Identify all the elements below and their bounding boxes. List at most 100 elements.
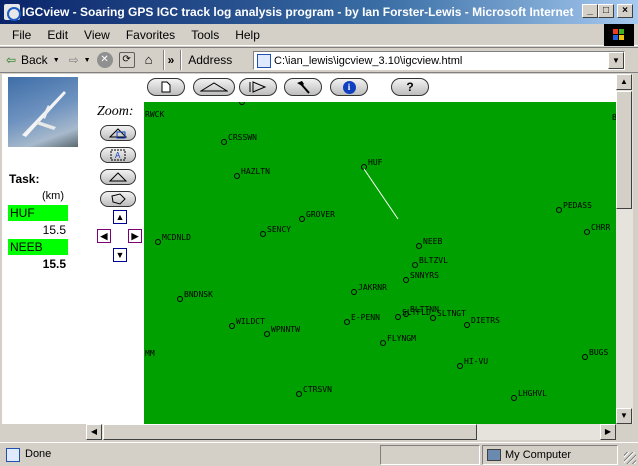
zoom-flight-button[interactable]	[100, 125, 136, 141]
waypoint-lhghvl[interactable]: LHGHVL	[511, 389, 548, 401]
address-input[interactable]	[274, 54, 594, 67]
waypoint-marker[interactable]	[380, 340, 386, 346]
task-waypoint-neeb[interactable]: NEEB	[8, 239, 68, 255]
back-dropdown-icon[interactable]: ▼	[53, 57, 60, 64]
pan-down-button[interactable]: ▼	[113, 248, 127, 262]
waypoint-bndnsk[interactable]: BNDNSK	[177, 290, 214, 302]
scroll-up-button[interactable]: ▲	[616, 74, 632, 90]
waypoint-pedass[interactable]: PEDASS	[556, 201, 593, 213]
menu-edit[interactable]: Edit	[39, 28, 76, 42]
scroll-down-button[interactable]: ▼	[616, 408, 632, 424]
waypoint-marker[interactable]	[296, 391, 302, 397]
task-title: Task:	[9, 172, 40, 186]
new-flight-button[interactable]	[147, 78, 185, 96]
waypoint-marker[interactable]	[155, 239, 161, 245]
waypoint-wildct[interactable]: WILDCT	[229, 317, 266, 329]
waypoint-marker[interactable]	[416, 243, 422, 249]
waypoint-marker[interactable]	[457, 363, 463, 369]
tools-button[interactable]	[284, 78, 322, 96]
waypoint-jakrnr[interactable]: JAKRNR	[351, 283, 388, 295]
back-button[interactable]: ⇦ Back ▼	[0, 49, 63, 71]
waypoint-marker[interactable]	[403, 277, 409, 283]
map-svg[interactable]: RWCK CRSSWN HAZLTN HUF GROVER SENCY MCDNLD NEEB…	[144, 102, 616, 424]
waypoint-e-penn[interactable]: E-PENN	[344, 313, 381, 325]
waypoint-marker[interactable]	[361, 164, 367, 170]
pan-right-button[interactable]: ▶	[128, 229, 142, 243]
waypoint-wpnntw[interactable]: WPNNTW	[264, 325, 301, 337]
task-button[interactable]	[193, 78, 235, 96]
waypoint-marker[interactable]	[351, 289, 357, 295]
waypoint-marker[interactable]	[412, 262, 418, 268]
pan-up-button[interactable]: ▲	[113, 210, 127, 224]
help-button[interactable]: ?	[391, 78, 429, 96]
zoom-in-button[interactable]: A	[100, 147, 136, 163]
vertical-scrollbar[interactable]: ▲ ▼	[616, 74, 633, 424]
pan-left-button[interactable]: ◀	[97, 229, 111, 243]
waypoint-sency[interactable]: SENCY	[260, 225, 292, 237]
waypoint-marker[interactable]	[556, 207, 562, 213]
waypoint-marker[interactable]	[299, 216, 305, 222]
waypoint-label: WILDCT	[236, 317, 265, 326]
vertical-scroll-thumb[interactable]	[616, 91, 632, 209]
waypoint-snnyrs[interactable]: SNNYRS	[403, 271, 440, 283]
waypoint-mcdnld[interactable]: MCDNLD	[155, 233, 192, 245]
waypoint-marker[interactable]	[234, 173, 240, 179]
waypoint-marker[interactable]	[511, 395, 517, 401]
scroll-left-button[interactable]: ◀	[86, 424, 102, 440]
home-button[interactable]: ⌂	[138, 49, 160, 71]
waypoint-marker[interactable]	[464, 322, 470, 328]
menu-file[interactable]: File	[0, 28, 39, 42]
waypoint-bugs[interactable]: BUGS	[582, 348, 609, 360]
waypoint-flyngm[interactable]: FLYNGM	[380, 334, 417, 346]
resize-grip[interactable]	[624, 452, 636, 464]
waypoint-dietrs[interactable]: DIETRS	[464, 316, 501, 328]
menu-favorites[interactable]: Favorites	[118, 28, 183, 42]
maximize-button[interactable]: □	[598, 4, 614, 18]
zoom-region-button[interactable]	[100, 191, 136, 207]
waypoint-marker[interactable]	[584, 229, 590, 235]
waypoint-marker[interactable]	[582, 354, 588, 360]
waypoint-marker[interactable]	[344, 319, 350, 325]
map-canvas[interactable]: RWCK CRSSWN HAZLTN HUF GROVER SENCY MCDNLD NEEB…	[144, 102, 616, 424]
waypoint-rwck[interactable]: RWCK	[145, 110, 164, 119]
waypoint-mm[interactable]: MM	[145, 349, 155, 358]
waypoint-marker[interactable]	[430, 315, 436, 321]
waypoint-hazltn[interactable]: HAZLTN	[234, 167, 271, 179]
menu-help[interactable]: Help	[227, 28, 268, 42]
forward-dropdown-icon[interactable]: ▼	[84, 57, 91, 64]
waypoint-label: BLTTNN	[410, 305, 439, 314]
waypoint-grover[interactable]: GROVER	[299, 210, 336, 222]
waypoint-chrr[interactable]: CHRR	[584, 223, 611, 235]
scroll-right-button[interactable]: ▶	[600, 424, 616, 440]
waypoint-bltzvl[interactable]: BLTZVL	[412, 256, 449, 268]
stop-button[interactable]: ✕	[94, 49, 116, 71]
waypoint-marker[interactable]	[177, 296, 183, 302]
waypoint-hi-vu[interactable]: HI-VU	[457, 357, 489, 369]
horizontal-scroll-thumb[interactable]	[103, 424, 477, 440]
forward-button[interactable]: ⇨ ▼	[63, 49, 94, 71]
address-field[interactable]: ▼	[253, 51, 625, 70]
info-button[interactable]: i	[330, 78, 368, 96]
menu-view[interactable]: View	[76, 28, 118, 42]
waypoint-ctrsvn[interactable]: CTRSVN	[296, 385, 333, 397]
address-dropdown-button[interactable]: ▼	[608, 52, 624, 69]
task-waypoint-huf[interactable]: HUF	[8, 205, 68, 221]
waypoint-marker[interactable]	[264, 331, 270, 337]
waypoint-neeb[interactable]: NEEB	[416, 237, 443, 249]
horizontal-scrollbar[interactable]: ◀ ▶	[86, 424, 616, 440]
waypoint-marker[interactable]	[239, 102, 245, 105]
waypoint-marker[interactable]	[260, 231, 266, 237]
waypoint-marker[interactable]	[221, 139, 227, 145]
close-button[interactable]: ×	[617, 4, 633, 18]
waypoint-label: CRSSWN	[228, 133, 257, 142]
more-chevron-icon[interactable]: »	[168, 53, 175, 67]
menu-tools[interactable]: Tools	[183, 28, 227, 42]
refresh-button[interactable]: ⟳	[116, 49, 138, 71]
waypoint-huf[interactable]: HUF	[361, 158, 383, 170]
waypoint-marker[interactable]	[395, 314, 401, 320]
replay-button[interactable]	[239, 78, 277, 96]
minimize-button[interactable]: _	[582, 4, 598, 18]
waypoint-crsswn[interactable]: CRSSWN	[221, 133, 258, 145]
zoom-task-button[interactable]	[100, 169, 136, 185]
waypoint-marker[interactable]	[229, 323, 235, 329]
